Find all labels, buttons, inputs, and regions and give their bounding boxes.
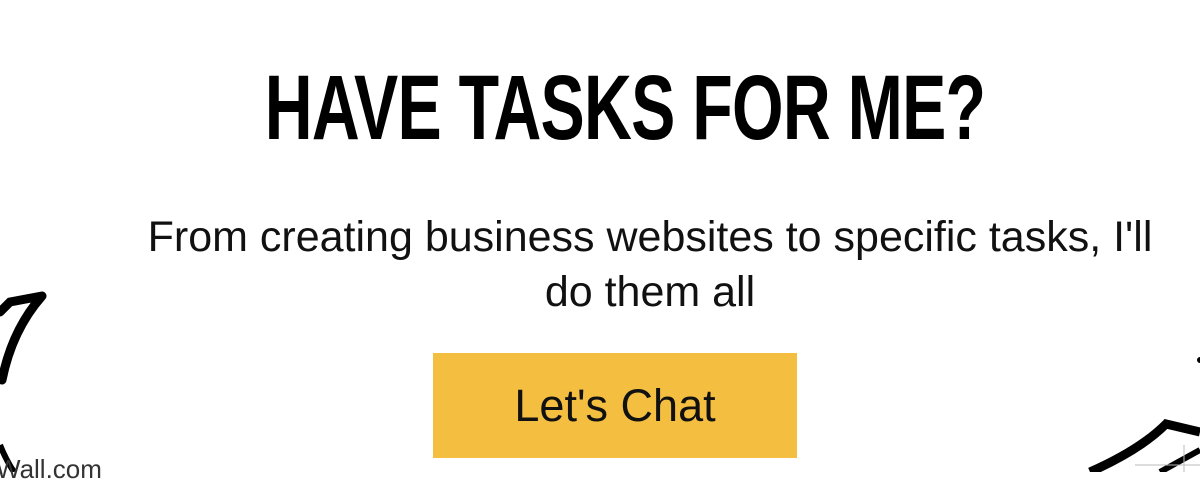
lets-chat-button[interactable]: Let's Chat	[433, 353, 797, 458]
subheading: From creating business websites to speci…	[147, 213, 1153, 316]
page-heading: HAVE TASKS FOR ME?	[264, 57, 986, 159]
credit-text: Wall.com	[0, 454, 102, 484]
